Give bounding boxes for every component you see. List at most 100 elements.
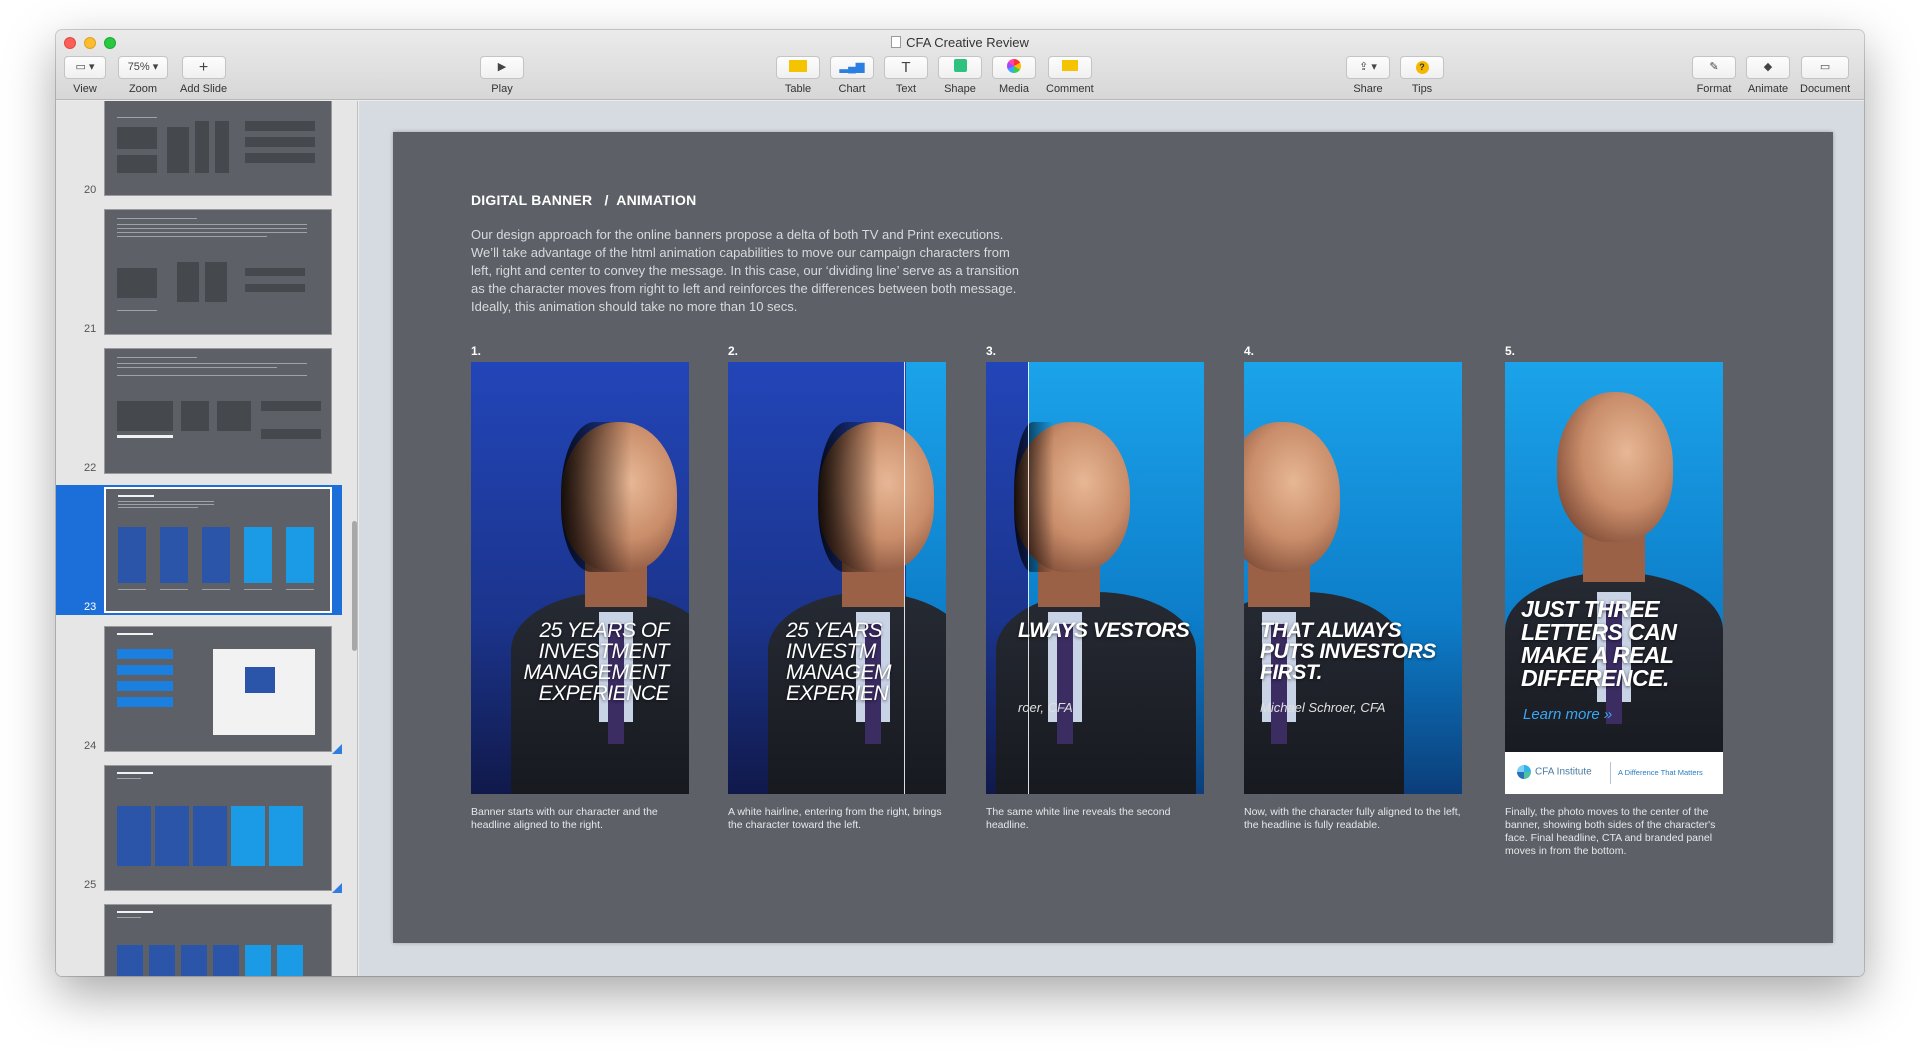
chart-tool[interactable]: ▂▄▆ Chart	[830, 56, 874, 95]
slide-number: 20	[84, 184, 97, 196]
slide-thumbnail-row[interactable]: 25	[56, 763, 342, 893]
slide-number: 24	[84, 740, 97, 752]
keynote-window: CFA Creative Review ▭ ▾ View 75% ▾ Zoom …	[56, 30, 1864, 976]
step-caption: The same white line reveals the second h…	[986, 806, 1171, 831]
banner-signature: roer, CFA	[1018, 700, 1073, 715]
format-label: Format	[1696, 83, 1732, 95]
step-number: 1.	[471, 344, 482, 358]
animate-tool[interactable]: ◆ Animate	[1746, 56, 1790, 95]
banner-headline: 25 YEARS OF INVESTMENT MANAGEMENT EXPERI…	[523, 619, 669, 705]
play-icon[interactable]: ▶	[480, 56, 524, 79]
view-label: View	[73, 83, 97, 95]
toolbar: CFA Creative Review ▭ ▾ View 75% ▾ Zoom …	[56, 30, 1864, 100]
banner-headline: THAT ALWAYS PUTS INVESTORS FIRST.	[1260, 619, 1436, 684]
current-slide[interactable]: DIGITAL BANNER / ANIMATION Our design ap…	[393, 132, 1833, 943]
step-caption: Banner starts with our character and the…	[471, 806, 658, 831]
animation-indicator-icon	[332, 744, 342, 754]
shape-tool[interactable]: Shape	[938, 56, 982, 95]
cfa-institute-logo: CFA Institute	[1517, 765, 1592, 779]
slide-number: 22	[84, 462, 97, 474]
zoom-select[interactable]: 75% ▾	[118, 56, 168, 79]
banner-image[interactable]: 25 YEARS OF INVESTMENT MANAGEMENT EXPERI…	[471, 362, 689, 794]
step-number: 5.	[1505, 344, 1516, 358]
brand-divider	[1610, 762, 1611, 784]
slide-thumbnail-row-selected[interactable]: 23	[56, 485, 342, 615]
media-icon[interactable]	[992, 56, 1036, 79]
slide-thumbnail[interactable]	[104, 765, 332, 891]
slide-thumbnail-row[interactable]: 24	[56, 624, 342, 754]
chart-icon[interactable]: ▂▄▆	[830, 56, 874, 79]
slide-thumbnail[interactable]	[104, 626, 332, 752]
slide-thumbnail[interactable]	[104, 209, 332, 335]
slide-thumbnail[interactable]	[104, 101, 332, 196]
sidebar-scrollbar[interactable]	[352, 521, 357, 651]
media-label: Media	[999, 83, 1029, 95]
transition-hairline	[904, 362, 905, 794]
text-tool[interactable]: T Text	[884, 56, 928, 95]
banner-headline: JUST THREE LETTERS CAN MAKE A REAL DIFFE…	[1521, 596, 1677, 691]
comment-icon[interactable]	[1047, 56, 1092, 79]
tips-label: Tips	[1411, 83, 1433, 95]
shape-label: Shape	[944, 83, 976, 95]
table-icon[interactable]	[776, 56, 820, 79]
zoom-tool[interactable]: 75% ▾ Zoom	[118, 56, 168, 95]
table-tool[interactable]: Table	[776, 56, 820, 95]
tips-icon[interactable]: ?	[1400, 56, 1444, 79]
media-tool[interactable]: Media	[992, 56, 1036, 95]
banner-step: 1. 25 YEARS OF INVESTMENT MANAGEMENT EXP…	[471, 344, 689, 832]
view-tool[interactable]: ▭ ▾ View	[64, 56, 106, 95]
tips-tool[interactable]: ? Tips	[1400, 56, 1444, 95]
format-tool[interactable]: ✎ Format	[1692, 56, 1736, 95]
slide-thumbnail-row[interactable]: 21	[56, 207, 342, 337]
text-icon[interactable]: T	[884, 56, 928, 79]
animation-indicator-icon	[332, 883, 342, 893]
add-slide-icon[interactable]: +	[181, 56, 226, 79]
step-number: 4.	[1244, 344, 1255, 358]
step-caption: Now, with the character fully aligned to…	[1244, 806, 1461, 831]
step-number: 3.	[986, 344, 997, 358]
share-tool[interactable]: ⇪ ▾ Share	[1346, 56, 1390, 95]
slide-navigator: 20 21 22 23 24 25	[56, 101, 358, 976]
format-brush-icon[interactable]: ✎	[1692, 56, 1736, 79]
banner-signature: Michael Schroer, CFA	[1260, 700, 1386, 715]
banner-step: 5. JUST THREE LETTERS CAN MAKE A REAL DI…	[1505, 344, 1723, 858]
add-slide-tool[interactable]: + Add Slide	[180, 56, 227, 95]
brand-tagline: A Difference That Matters	[1618, 768, 1703, 777]
shape-icon[interactable]	[938, 56, 982, 79]
slide-title[interactable]: DIGITAL BANNER / ANIMATION	[471, 192, 696, 208]
banner-image[interactable]: JUST THREE LETTERS CAN MAKE A REAL DIFFE…	[1505, 362, 1723, 794]
slide-number: 23	[84, 601, 97, 613]
play-label: Play	[491, 83, 513, 95]
slide-thumbnail[interactable]	[104, 348, 332, 474]
play-tool[interactable]: ▶ Play	[480, 56, 524, 95]
document-panel-icon[interactable]: ▭	[1801, 56, 1850, 79]
view-sidebar-icon[interactable]: ▭ ▾	[64, 56, 106, 79]
share-label: Share	[1353, 83, 1383, 95]
banner-step: 2. 25 YEARS INVESTM MANAGEM EXPERIEN A w…	[728, 344, 946, 832]
slide-body-text[interactable]: Our design approach for the online banne…	[471, 226, 1031, 316]
comment-label: Comment	[1046, 83, 1094, 95]
animate-diamond-icon[interactable]: ◆	[1746, 56, 1790, 79]
share-icon[interactable]: ⇪ ▾	[1346, 56, 1390, 79]
slide-canvas: DIGITAL BANNER / ANIMATION Our design ap…	[359, 101, 1864, 976]
banner-headline: LWAYS VESTORS	[1018, 619, 1190, 642]
table-label: Table	[784, 83, 812, 95]
slide-thumbnail[interactable]	[104, 487, 332, 613]
learn-more-cta[interactable]: Learn more »	[1523, 706, 1612, 723]
banner-step: 3. LWAYS VESTORS roer, CFA The same whit…	[986, 344, 1204, 832]
slide-thumbnail[interactable]	[104, 904, 332, 976]
window-title: CFA Creative Review	[56, 35, 1864, 50]
slide-thumbnail-row[interactable]	[56, 902, 342, 976]
slide-number: 25	[84, 879, 97, 891]
banner-image[interactable]: 25 YEARS INVESTM MANAGEM EXPERIEN	[728, 362, 946, 794]
comment-tool[interactable]: Comment	[1046, 56, 1094, 95]
zoom-label: Zoom	[128, 83, 158, 95]
cfa-globe-icon	[1517, 765, 1531, 779]
slide-thumbnail-row[interactable]: 22	[56, 346, 342, 476]
banner-image[interactable]: LWAYS VESTORS roer, CFA	[986, 362, 1204, 794]
slide-thumbnail-row[interactable]: 20	[56, 101, 342, 198]
slide-number: 21	[84, 323, 97, 335]
banner-image[interactable]: THAT ALWAYS PUTS INVESTORS FIRST. Michae…	[1244, 362, 1462, 794]
document-tool[interactable]: ▭ Document	[1800, 56, 1850, 95]
zoom-value: 75%	[127, 61, 150, 73]
